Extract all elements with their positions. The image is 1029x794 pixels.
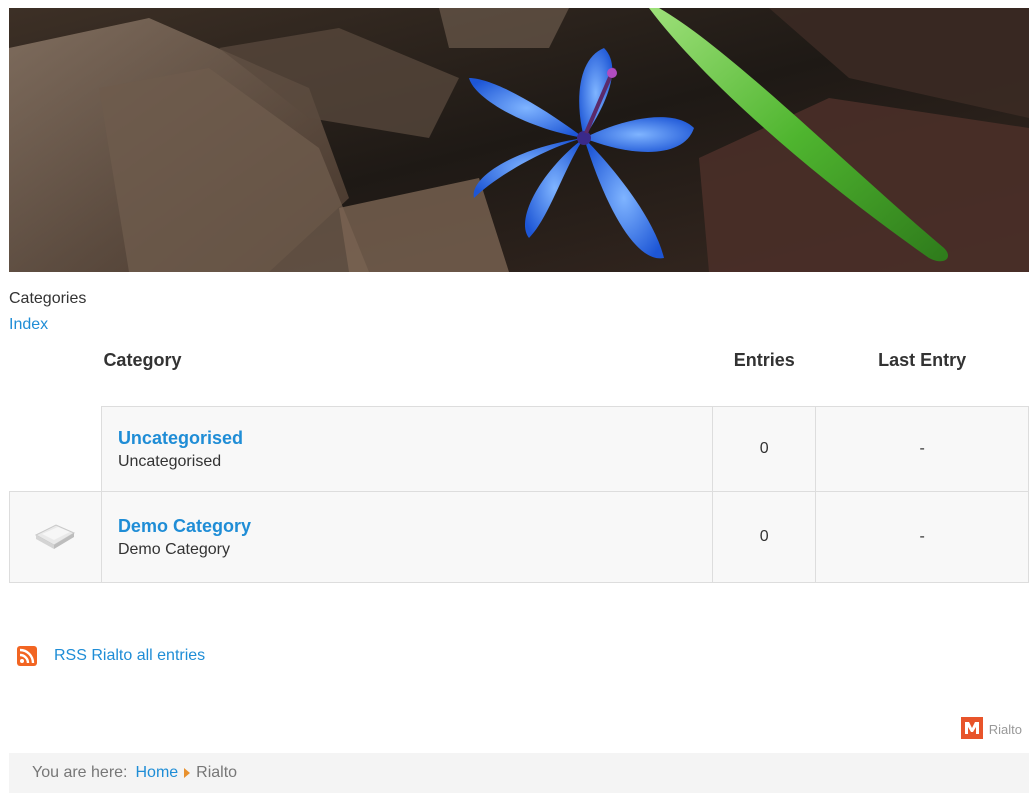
breadcrumb-home-link[interactable]: Home <box>135 764 178 782</box>
last-entry-value: - <box>815 491 1029 583</box>
rss-feed: RSS Rialto all entries <box>17 646 205 666</box>
category-description: Uncategorised <box>117 452 222 470</box>
last-entry-column-header: Last Entry <box>878 349 967 370</box>
index-link[interactable]: Index <box>9 316 48 334</box>
rss-all-entries-link[interactable]: RSS Rialto all entries <box>54 647 205 665</box>
table-row: Uncategorised Uncategorised 0 - <box>9 406 1029 492</box>
category-description: Demo Category <box>117 540 230 558</box>
category-name-cell: Uncategorised Uncategorised <box>100 406 714 492</box>
flower-banner-graphic <box>9 8 1029 272</box>
table-row: Demo Category Demo Category 0 - <box>9 491 1029 583</box>
m-logo-icon[interactable] <box>960 717 983 742</box>
category-link-uncategorised[interactable]: Uncategorised <box>118 428 712 449</box>
last-entry-value: - <box>815 406 1029 492</box>
row-icon-cell <box>9 491 102 583</box>
powered-by: Rialto <box>960 717 1022 742</box>
folder-icon <box>32 523 78 555</box>
header-banner-image <box>9 8 1029 272</box>
categories-heading: Categories <box>9 290 87 307</box>
category-link-demo-category[interactable]: Demo Category <box>118 516 712 537</box>
category-column-header: Category <box>103 349 182 370</box>
powered-by-label: Rialto <box>988 722 1022 737</box>
entries-count: 0 <box>712 406 817 492</box>
entries-column-header: Entries <box>733 349 795 370</box>
row-icon-cell <box>9 406 102 492</box>
breadcrumb-current: Rialto <box>196 764 238 781</box>
rss-icon[interactable] <box>17 646 37 666</box>
breadcrumb-label: You are here: <box>32 764 128 781</box>
entries-count: 0 <box>712 491 817 583</box>
category-name-cell: Demo Category Demo Category <box>100 491 714 583</box>
breadcrumb-arrow-icon <box>184 768 191 778</box>
icon-column-header <box>10 341 102 379</box>
breadcrumb: You are here: Home Rialto <box>9 753 1029 793</box>
categories-table: Category Entries Last Entry Uncategorise… <box>9 341 1029 583</box>
table-header-row: Category Entries Last Entry <box>10 341 1029 379</box>
